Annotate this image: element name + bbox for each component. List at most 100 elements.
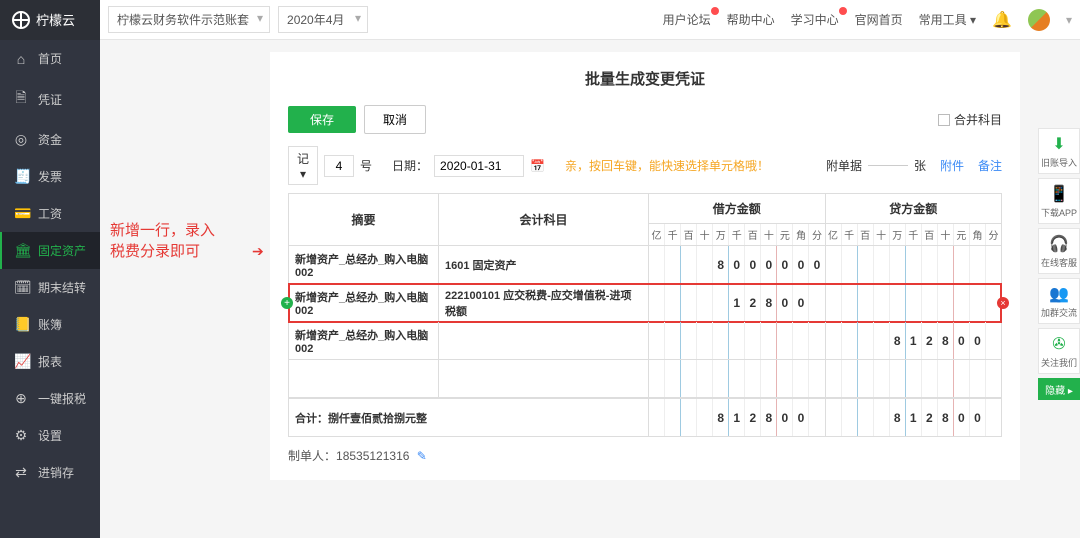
sidebar-item-6[interactable]: 🗓期末结转	[0, 269, 100, 306]
sidebar-icon: ⇄	[14, 464, 28, 481]
sidebar-item-label: 期末结转	[38, 279, 86, 296]
sidebar-item-5[interactable]: 🏛 固定资产	[0, 232, 100, 269]
merge-checkbox[interactable]	[938, 114, 950, 126]
sidebar-item-label: 首页	[38, 50, 62, 67]
badge-icon	[711, 7, 719, 15]
meta-row: 记 ▾ 号 日期： 📅 亲，按回车键，能快速选择单元格哦！ 附单据 张 附件 备…	[288, 146, 1002, 193]
badge-icon	[839, 7, 847, 15]
attach-label: 附单据	[826, 157, 862, 174]
cell-summary[interactable]: 新增资产_总经办_购入电脑002	[289, 284, 439, 321]
add-row-icon[interactable]: +	[281, 297, 293, 309]
table-row[interactable]: 新增资产_总经办_购入电脑002222100101 应交税费-应交增值税-进项税…	[289, 284, 1001, 322]
maker-name: 18535121316	[336, 449, 409, 463]
sidebar-icon: 🏛	[14, 242, 28, 259]
cell-credit[interactable]	[826, 246, 1002, 283]
total-debit: 812800	[649, 399, 825, 436]
cell-account[interactable]	[439, 360, 649, 397]
voucher-no-suffix: 号	[360, 157, 372, 174]
sidebar-item-1[interactable]: 🗎 凭证	[0, 77, 100, 121]
cell-account[interactable]	[439, 322, 649, 359]
cell-debit[interactable]: 12800	[649, 284, 826, 321]
table-row[interactable]	[289, 360, 1001, 398]
bell-icon[interactable]: 🔔	[992, 10, 1012, 30]
merge-label: 合并科目	[954, 111, 1002, 128]
edit-icon[interactable]: ✎	[417, 449, 427, 463]
product-name: 柠檬云	[36, 10, 75, 29]
attach-suffix: 张	[914, 157, 926, 174]
sidebar-item-label: 固定资产	[38, 242, 86, 259]
date-input[interactable]	[434, 155, 524, 177]
cell-debit[interactable]	[649, 322, 826, 359]
cell-debit[interactable]: 8000000	[649, 246, 826, 283]
sidebar-item-2[interactable]: ◎ 资金	[0, 121, 100, 158]
table-foot: 合计：捌仟壹佰贰拾捌元整 812800 812800	[289, 398, 1001, 436]
sidebar-icon: 📈	[14, 353, 28, 370]
sidebar-icon: ⚙	[14, 427, 28, 444]
voucher-panel: 批量生成变更凭证 保存 取消 合并科目 记 ▾ 号 日期： 📅 亲，按回车键，能…	[270, 52, 1020, 480]
remark-link[interactable]: 备注	[978, 157, 1002, 174]
sidebar-item-8[interactable]: 📈报表	[0, 343, 100, 380]
cell-account[interactable]: 1601 固定资产	[439, 246, 649, 283]
period-select[interactable]: 2020年4月	[278, 6, 368, 33]
cell-debit[interactable]	[649, 360, 826, 397]
nav-learn[interactable]: 学习中心	[791, 11, 839, 28]
sidebar-item-label: 工资	[38, 205, 62, 222]
col-account-head: 会计科目	[439, 194, 648, 245]
sidebar-icon: ⊕	[14, 390, 28, 407]
lemon-logo-icon	[12, 11, 30, 29]
attach-count-input[interactable]	[868, 165, 908, 166]
col-debit-head: 借方金额	[649, 194, 825, 224]
maker-label: 制单人：	[288, 449, 336, 463]
sidebar-item-4[interactable]: 💳工资	[0, 195, 100, 232]
sidebar-item-0[interactable]: ⌂首页	[0, 40, 100, 77]
delete-row-icon[interactable]: ×	[997, 297, 1009, 309]
nav-official[interactable]: 官网首页	[855, 11, 903, 28]
account-select[interactable]: 柠檬云财务软件示范账套	[108, 6, 270, 33]
calendar-icon[interactable]: 📅	[530, 159, 545, 173]
save-button[interactable]: 保存	[288, 106, 356, 133]
sidebar: ⌂首页 🗎 凭证 ◎ 资金 🧾发票💳工资 🏛 固定资产 🗓期末结转 📒 账簿 📈报表⊕一键报税 ⚙ 设置 ⇄…	[0, 40, 100, 538]
sidebar-item-9[interactable]: ⊕一键报税	[0, 380, 100, 417]
cell-summary[interactable]	[289, 360, 439, 397]
sidebar-item-label: 进销存	[38, 464, 74, 481]
nav-help[interactable]: 帮助中心	[727, 11, 775, 28]
table-head: 摘要 会计科目 借方金额 亿千百十万千百十元角分 贷方金额 亿千百十万千百十元角…	[289, 194, 1001, 246]
digit-heads-credit: 亿千百十万千百十元角分	[826, 224, 1002, 245]
sidebar-item-label: 账簿	[38, 316, 62, 333]
sidebar-icon: ◎	[14, 131, 28, 148]
voucher-number-input[interactable]	[324, 155, 354, 177]
total-credit: 812800	[826, 399, 1002, 436]
sidebar-item-label: 发票	[38, 168, 62, 185]
cancel-button[interactable]: 取消	[364, 105, 426, 134]
logo: 柠檬云	[0, 0, 100, 40]
sidebar-item-label: 凭证	[38, 91, 62, 108]
voucher-word-select[interactable]: 记 ▾	[288, 146, 318, 185]
cell-credit[interactable]	[826, 284, 1002, 321]
entry-table: 摘要 会计科目 借方金额 亿千百十万千百十元角分 贷方金额 亿千百十万千百十元角…	[288, 193, 1002, 437]
cell-credit[interactable]: 812800	[826, 322, 1002, 359]
sidebar-item-7[interactable]: 📒 账簿	[0, 306, 100, 343]
total-label: 合计：捌仟壹佰贰拾捌元整	[289, 399, 649, 436]
cell-summary[interactable]: 新增资产_总经办_购入电脑002	[289, 322, 439, 359]
page-title: 批量生成变更凭证	[288, 68, 1002, 99]
attachment-link[interactable]: 附件	[940, 157, 964, 174]
nav-tools[interactable]: 常用工具 ▾	[919, 11, 976, 28]
nav-forum[interactable]: 用户论坛	[663, 11, 711, 28]
cell-summary[interactable]: 新增资产_总经办_购入电脑002	[289, 246, 439, 283]
cell-credit[interactable]	[826, 360, 1002, 397]
hint-text: 亲，按回车键，能快速选择单元格哦！	[565, 157, 769, 174]
table-row[interactable]: 新增资产_总经办_购入电脑002 812800	[289, 322, 1001, 360]
col-credit-head: 贷方金额	[826, 194, 1002, 224]
sidebar-item-label: 设置	[38, 427, 62, 444]
sidebar-icon: 📒	[14, 316, 28, 333]
main: 批量生成变更凭证 保存 取消 合并科目 记 ▾ 号 日期： 📅 亲，按回车键，能…	[100, 40, 1080, 538]
sidebar-item-3[interactable]: 🧾发票	[0, 158, 100, 195]
sidebar-item-10[interactable]: ⚙ 设置	[0, 417, 100, 454]
sidebar-item-11[interactable]: ⇄ 进销存	[0, 454, 100, 491]
table-row[interactable]: 新增资产_总经办_购入电脑0021601 固定资产8000000	[289, 246, 1001, 284]
avatar[interactable]	[1028, 9, 1050, 31]
sidebar-item-label: 资金	[38, 131, 62, 148]
cell-account[interactable]: 222100101 应交税费-应交增值税-进项税额	[439, 284, 649, 321]
sidebar-icon: 🗎	[14, 87, 28, 111]
header: 柠檬云 柠檬云财务软件示范账套 2020年4月 用户论坛 帮助中心 学习中心 官…	[0, 0, 1080, 40]
